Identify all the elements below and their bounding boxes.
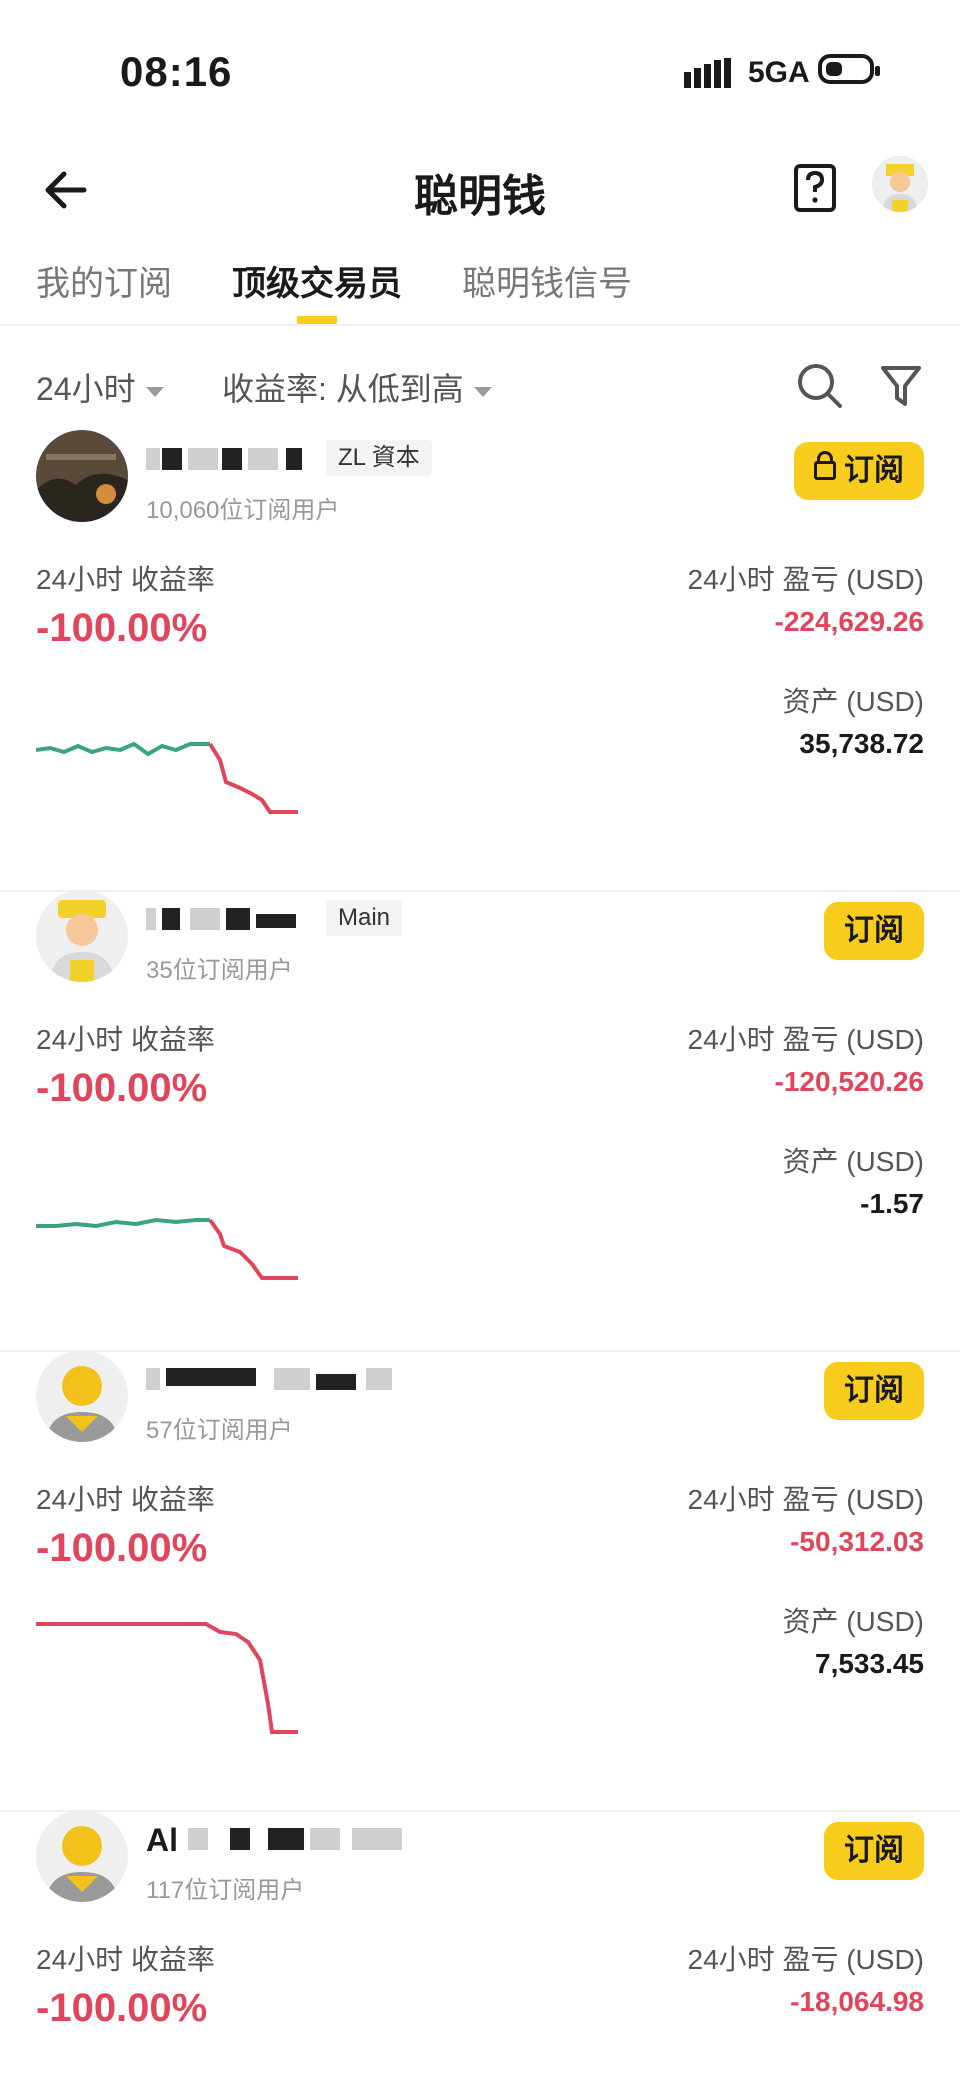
trader-card[interactable]: ZL 資本 10,060位订阅用户 订阅 24小时 收益率 -100.00% 2… xyxy=(0,430,960,892)
tab-bar: 我的订阅 顶级交易员 聪明钱信号 xyxy=(0,252,960,326)
assets-label: 资产 (USD) xyxy=(782,686,924,717)
tab-top-traders[interactable]: 顶级交易员 xyxy=(232,256,402,305)
pnl-value: -18,064.98 xyxy=(790,1986,924,2017)
assets-value: 7,533.45 xyxy=(815,1648,924,1679)
subscribe-label: 订阅 xyxy=(844,1834,904,1867)
assets-label: 资产 (USD) xyxy=(782,1606,924,1637)
app-header: 聪明钱 xyxy=(0,140,960,240)
status-time: 08:16 xyxy=(120,48,233,95)
pnl-label: 24小时 盈亏 (USD) xyxy=(687,1484,924,1515)
tab-smart-money-signals[interactable]: 聪明钱信号 xyxy=(462,256,632,305)
roi-value: -100.00% xyxy=(36,1066,208,1110)
trader-tag: Main xyxy=(326,900,403,936)
sort-dropdown[interactable]: 收益率: 从低到高 xyxy=(222,364,492,410)
subscribe-button[interactable]: 订阅 xyxy=(794,442,924,500)
trader-card[interactable]: Main 35位订阅用户 订阅 24小时 收益率 -100.00% 24小时 盈… xyxy=(0,890,960,1352)
pnl-value: -50,312.03 xyxy=(790,1526,924,1557)
trader-tag: ZL 資本 xyxy=(326,440,432,476)
active-tab-indicator xyxy=(297,316,337,324)
assets-value: -1.57 xyxy=(860,1188,924,1219)
network-type: 5GA xyxy=(748,56,810,89)
roi-value: -100.00% xyxy=(36,606,208,650)
trader-card[interactable]: 57位订阅用户 订阅 24小时 收益率 -100.00% 24小时 盈亏 (US… xyxy=(0,1350,960,1812)
subscribe-button[interactable]: 订阅 xyxy=(824,902,924,960)
subscriber-count: 35位订阅用户 xyxy=(146,957,293,984)
subscribe-button[interactable]: 订阅 xyxy=(824,1362,924,1420)
signal-icon xyxy=(684,58,731,88)
pnl-label: 24小时 盈亏 (USD) xyxy=(687,564,924,595)
filter-icon[interactable] xyxy=(880,364,922,408)
roi-value: -100.00% xyxy=(36,1526,208,1570)
pnl-sparkline xyxy=(36,1217,298,1280)
period-dropdown[interactable]: 24小时 xyxy=(36,364,164,410)
chevron-down-icon xyxy=(473,386,492,397)
roi-label: 24小时 收益率 xyxy=(36,1944,215,1975)
subscribe-label: 订阅 xyxy=(844,454,904,487)
battery-icon xyxy=(818,54,880,84)
trader-avatar xyxy=(36,1350,128,1442)
trader-avatar xyxy=(36,430,128,522)
subscribe-label: 订阅 xyxy=(844,1374,904,1407)
search-icon[interactable] xyxy=(796,362,842,408)
pnl-value: -224,629.26 xyxy=(774,606,924,637)
trader-name-redacted: Al xyxy=(146,1822,406,1858)
pnl-label: 24小时 盈亏 (USD) xyxy=(687,1944,924,1975)
roi-value: -100.00% xyxy=(36,1986,208,2030)
user-avatar[interactable] xyxy=(872,156,928,212)
period-label: 24小时 xyxy=(36,371,136,407)
chevron-down-icon xyxy=(145,386,164,397)
pnl-label: 24小时 盈亏 (USD) xyxy=(687,1024,924,1055)
trader-avatar xyxy=(36,1810,128,1902)
status-bar: 08:16 5GA xyxy=(0,0,960,140)
roi-label: 24小时 收益率 xyxy=(36,1024,215,1055)
subscriber-count: 117位订阅用户 xyxy=(146,1877,305,1904)
lock-icon xyxy=(814,450,836,480)
pnl-value: -120,520.26 xyxy=(774,1066,924,1097)
trader-name-prefix: Al xyxy=(146,1822,178,1858)
subscribe-label: 订阅 xyxy=(844,914,904,947)
trader-card[interactable]: Al 117位订阅用户 订阅 24小时 收益率 -100.00% 24小时 盈亏… xyxy=(0,1810,960,2081)
assets-value: 35,738.72 xyxy=(799,728,924,759)
filter-bar: 24小时 收益率: 从低到高 xyxy=(0,360,960,420)
roi-label: 24小时 收益率 xyxy=(36,1484,215,1515)
subscribe-button[interactable]: 订阅 xyxy=(824,1822,924,1880)
assets-label: 资产 (USD) xyxy=(782,1146,924,1177)
subscriber-count: 10,060位订阅用户 xyxy=(146,497,340,524)
sort-label: 收益率: 从低到高 xyxy=(222,371,464,407)
roi-label: 24小时 收益率 xyxy=(36,564,215,595)
subscriber-count: 57位订阅用户 xyxy=(146,1417,293,1444)
pnl-sparkline xyxy=(36,1622,298,1734)
trader-avatar xyxy=(36,890,128,982)
help-icon[interactable] xyxy=(792,160,840,218)
tab-my-subscriptions[interactable]: 我的订阅 xyxy=(36,256,172,305)
pnl-sparkline xyxy=(36,741,298,814)
